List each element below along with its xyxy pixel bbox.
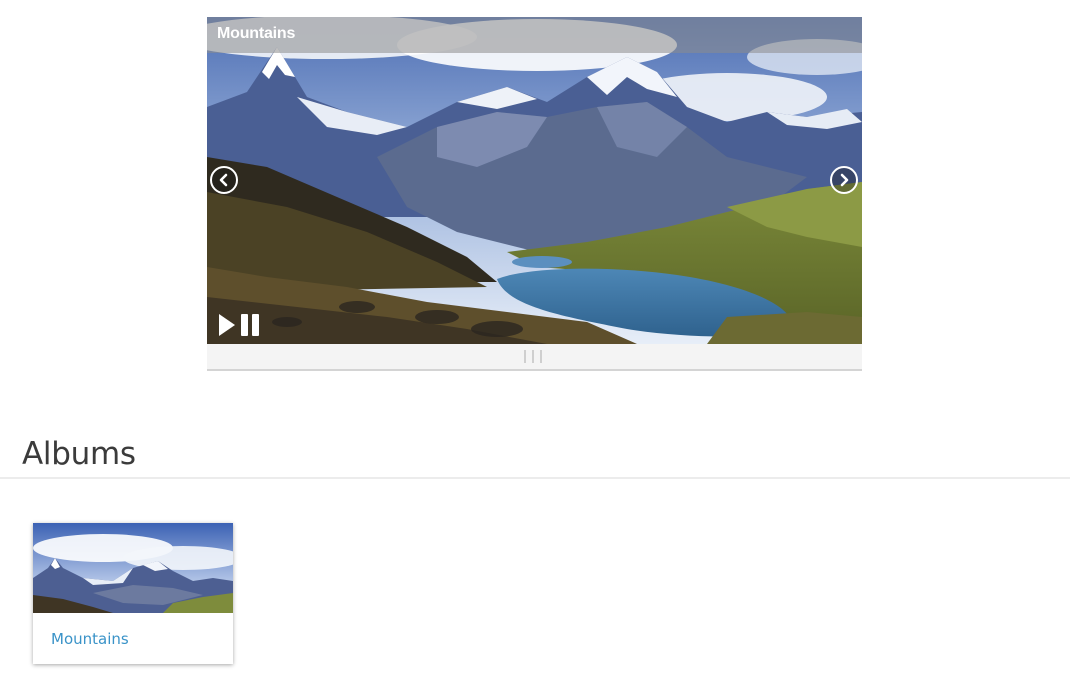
mountain-landscape-image <box>207 17 862 344</box>
slide-caption: Mountains <box>217 25 296 42</box>
slideshow-footer <box>207 344 862 371</box>
slideshow: Mountains <box>207 17 862 371</box>
pause-button[interactable] <box>241 314 261 336</box>
albums-heading: Albums <box>22 436 136 472</box>
chevron-right-icon <box>840 173 849 187</box>
album-thumbnail-image <box>33 523 233 613</box>
slide-caption-bar: Mountains <box>207 17 862 53</box>
drag-handle-icon[interactable] <box>524 350 544 363</box>
play-button[interactable] <box>219 314 235 336</box>
chevron-left-icon <box>219 173 228 187</box>
slide-image <box>207 17 862 344</box>
pause-icon <box>241 314 248 336</box>
albums-divider <box>0 477 1070 479</box>
previous-slide-button[interactable] <box>210 166 238 194</box>
album-title-link[interactable]: Mountains <box>51 630 129 648</box>
album-card[interactable]: Mountains <box>33 523 233 664</box>
album-thumbnail[interactable] <box>33 523 233 613</box>
next-slide-button[interactable] <box>830 166 858 194</box>
play-icon <box>219 314 235 336</box>
